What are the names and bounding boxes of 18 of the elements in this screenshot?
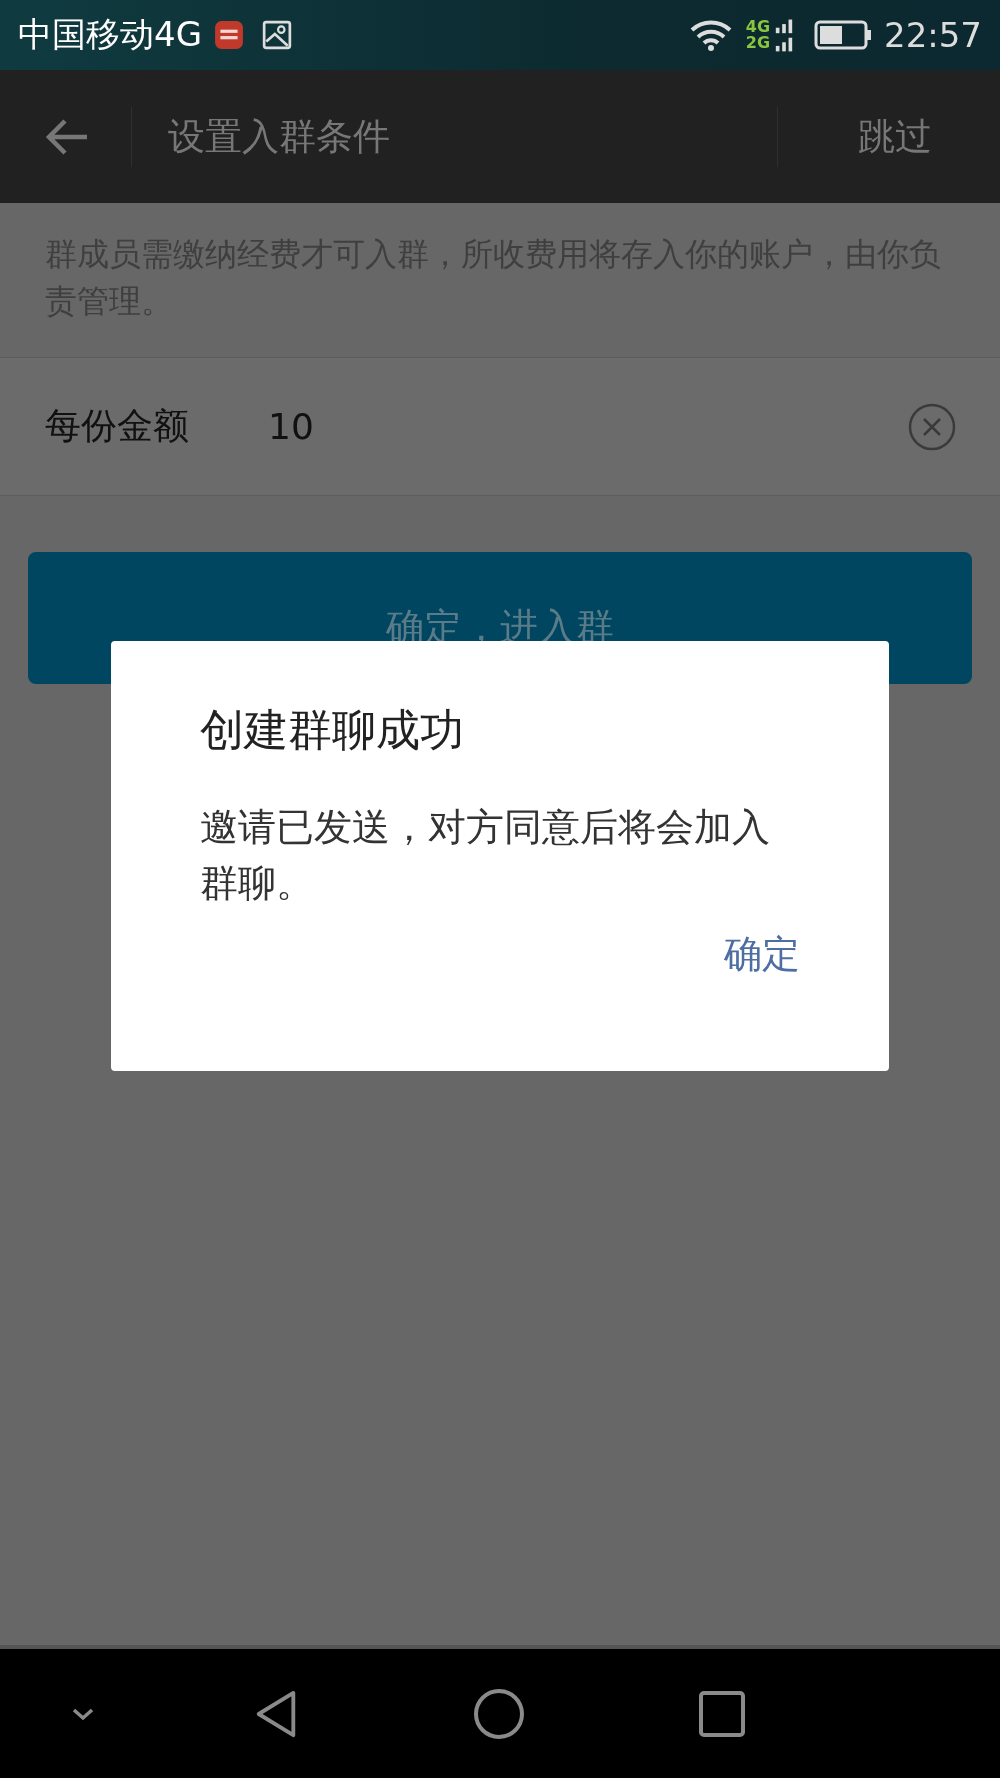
carrier-name: 中国移动4G <box>18 13 202 56</box>
home-circle-icon[interactable] <box>473 1687 525 1740</box>
clock-time: 22:57 <box>884 15 982 55</box>
image-icon <box>262 20 292 50</box>
skip-button[interactable]: 跳过 <box>778 111 1000 162</box>
network-type-label: 4G <box>745 19 770 35</box>
chevron-down-icon[interactable] <box>71 1706 95 1721</box>
app-notification-icon <box>214 20 244 50</box>
network-type-label: 2G <box>745 35 770 51</box>
dialog-title: 创建群聊成功 <box>200 703 465 757</box>
page-title: 设置入群条件 <box>167 113 391 160</box>
battery-icon <box>814 20 872 50</box>
amount-field[interactable]: 10 <box>268 406 907 447</box>
recent-apps-square-icon[interactable] <box>698 1688 746 1739</box>
back-arrow-icon[interactable] <box>45 118 89 155</box>
amount-label: 每份金额 <box>45 404 190 448</box>
dialog-confirm-button[interactable]: 确定 <box>724 929 800 980</box>
dialog-message: 邀请已发送，对方同意后将会加入群聊。 <box>200 804 771 907</box>
